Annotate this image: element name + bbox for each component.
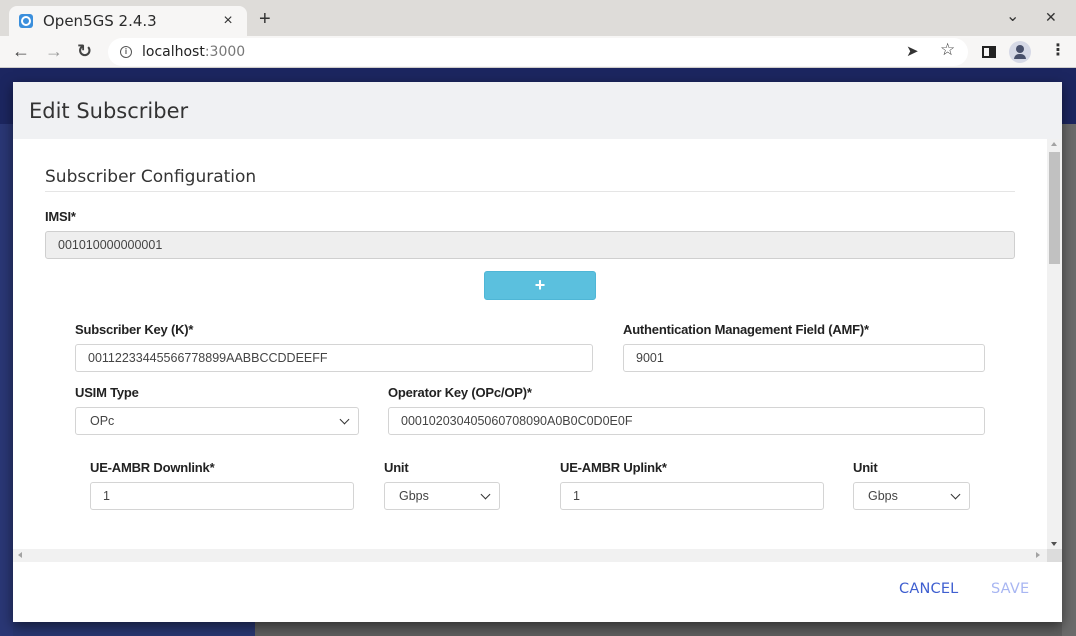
forward-icon[interactable]: → — [45, 41, 63, 61]
chevron-down-icon — [480, 489, 491, 499]
uplink-unit-label: Unit — [853, 460, 878, 475]
imsi-value: 001010000000001 — [58, 238, 163, 252]
back-icon[interactable]: ← — [12, 41, 30, 61]
tab-search-chevron-icon[interactable]: ⌄ — [1006, 6, 1019, 26]
amf-field[interactable]: 9001 — [623, 344, 985, 372]
usim-type-label: USIM Type — [75, 385, 139, 400]
usim-type-value: OPc — [90, 414, 115, 428]
tab-title: Open5GS 2.4.3 — [43, 12, 157, 30]
address-bar[interactable]: i localhost :3000 ➤ ☆ — [108, 38, 968, 66]
operator-key-value: 000102030405060708090A0B0C0D0E0F — [401, 414, 633, 428]
save-button[interactable]: SAVE — [991, 581, 1029, 597]
downlink-unit-select[interactable]: Gbps — [384, 482, 500, 510]
scroll-down-arrow-icon[interactable] — [1051, 542, 1057, 546]
plus-icon: + — [534, 275, 546, 295]
browser-menu-icon[interactable]: ⋮ — [1050, 40, 1066, 60]
subscriber-key-value: 00112233445566778899AABBCCDDEEFF — [88, 351, 328, 365]
subscriber-key-field[interactable]: 00112233445566778899AABBCCDDEEFF — [75, 344, 593, 372]
scroll-right-arrow-icon[interactable] — [1036, 552, 1040, 558]
scrollbar-corner — [1047, 549, 1062, 562]
ue-ambr-downlink-field[interactable]: 1 — [90, 482, 354, 510]
imsi-label: IMSI* — [45, 209, 76, 224]
usim-type-select[interactable]: OPc — [75, 407, 359, 435]
dialog-body: Subscriber Configuration IMSI* 001010000… — [13, 139, 1062, 562]
dialog-header: Edit Subscriber — [13, 82, 1062, 139]
browser-tab[interactable]: Open5GS 2.4.3 × — [9, 6, 247, 36]
amf-label: Authentication Management Field (AMF)* — [623, 322, 869, 337]
imsi-field: 001010000000001 — [45, 231, 1015, 259]
dialog-footer: CANCEL SAVE — [13, 562, 1062, 622]
site-info-icon[interactable]: i — [120, 46, 132, 58]
uplink-unit-select[interactable]: Gbps — [853, 482, 970, 510]
edit-subscriber-dialog: Edit Subscriber Subscriber Configuration… — [13, 82, 1062, 622]
tab-close-icon[interactable]: × — [219, 12, 237, 30]
dialog-title: Edit Subscriber — [29, 98, 189, 123]
scroll-up-arrow-icon[interactable] — [1051, 142, 1057, 146]
browser-tab-strip: Open5GS 2.4.3 × + ⌄ ✕ — [0, 0, 1076, 36]
cancel-button[interactable]: CANCEL — [899, 581, 958, 597]
reload-icon[interactable]: ↻ — [77, 41, 92, 61]
downlink-unit-value: Gbps — [399, 489, 429, 503]
section-title: Subscriber Configuration — [45, 167, 257, 187]
ue-ambr-downlink-value: 1 — [103, 489, 110, 503]
uplink-unit-value: Gbps — [868, 489, 898, 503]
url-port: :3000 — [204, 44, 246, 60]
close-window-icon[interactable]: ✕ — [1045, 9, 1057, 26]
downlink-unit-label: Unit — [384, 460, 409, 475]
horizontal-scrollbar[interactable] — [13, 549, 1047, 562]
scroll-left-arrow-icon[interactable] — [18, 552, 22, 558]
amf-value: 9001 — [636, 351, 664, 365]
ue-ambr-uplink-field[interactable]: 1 — [560, 482, 824, 510]
send-icon[interactable]: ➤ — [906, 42, 919, 60]
bookmark-star-icon[interactable]: ☆ — [940, 40, 955, 60]
ue-ambr-downlink-label: UE-AMBR Downlink* — [90, 460, 215, 475]
side-panel-icon[interactable] — [982, 46, 996, 58]
page-content-strip — [255, 621, 1076, 636]
url-host: localhost — [142, 44, 205, 60]
open5gs-favicon-icon — [19, 14, 33, 28]
operator-key-field[interactable]: 000102030405060708090A0B0C0D0E0F — [388, 407, 985, 435]
browser-toolbar: ← → ↻ i localhost :3000 ➤ ☆ ⋮ — [0, 36, 1076, 68]
profile-avatar-icon[interactable] — [1009, 41, 1031, 63]
vertical-scroll-thumb[interactable] — [1049, 152, 1060, 264]
ue-ambr-uplink-label: UE-AMBR Uplink* — [560, 460, 667, 475]
add-button[interactable]: + — [484, 271, 596, 300]
section-divider — [45, 191, 1015, 192]
new-tab-button[interactable]: + — [259, 8, 271, 31]
chevron-down-icon — [950, 489, 961, 499]
vertical-scrollbar[interactable] — [1047, 139, 1062, 549]
page-scrollbar — [1062, 124, 1076, 636]
subscriber-key-label: Subscriber Key (K)* — [75, 322, 194, 337]
ue-ambr-uplink-value: 1 — [573, 489, 580, 503]
chevron-down-icon — [339, 414, 350, 424]
operator-key-label: Operator Key (OPc/OP)* — [388, 385, 532, 400]
page-sidebar — [0, 124, 13, 636]
